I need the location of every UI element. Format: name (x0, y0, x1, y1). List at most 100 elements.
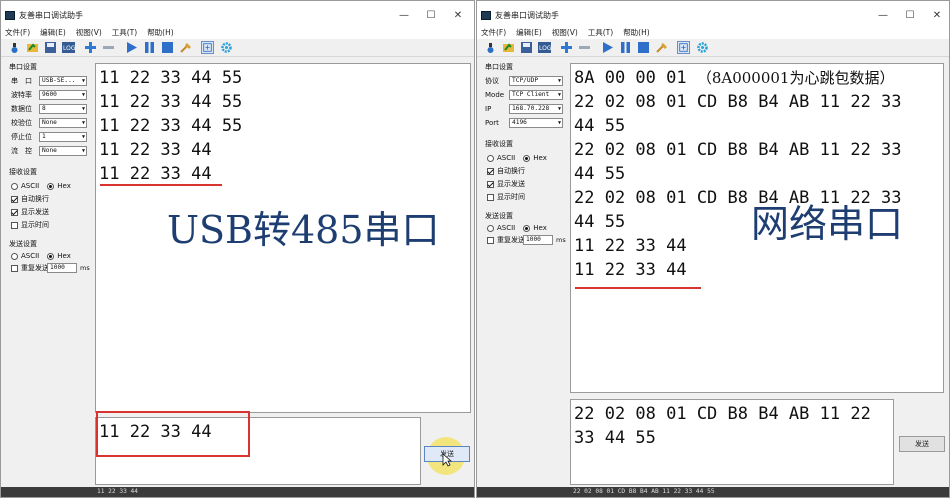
send-button[interactable]: 发送 (899, 436, 945, 452)
receive-hex-label: Hex (57, 182, 71, 190)
send-ascii-radio[interactable] (11, 252, 18, 260)
databits-select[interactable]: 8 ▼ (39, 104, 87, 114)
receive-ascii-radio[interactable] (11, 182, 18, 190)
open-file-icon[interactable] (502, 41, 515, 54)
repeat-send-label: 重复发送 (497, 236, 525, 244)
show-send-label: 显示发送 (497, 180, 525, 188)
show-send-row[interactable]: 显示发送 (11, 207, 49, 217)
pause-icon[interactable] (619, 41, 632, 54)
pause-icon[interactable] (143, 41, 156, 54)
open-port-icon[interactable] (484, 41, 497, 54)
menu-view[interactable]: 视图(V) (76, 27, 102, 38)
send-settings-header: 发送设置 (9, 240, 37, 248)
log-icon[interactable]: LOG (538, 41, 551, 54)
show-time-checkbox[interactable] (11, 221, 18, 229)
send-line: 33 44 55 (574, 428, 656, 448)
menu-help[interactable]: 帮助(H) (623, 27, 650, 38)
add-icon[interactable] (84, 41, 97, 54)
run-icon[interactable] (125, 41, 138, 54)
add-icon[interactable] (560, 41, 573, 54)
receive-hex-radio[interactable] (47, 182, 55, 190)
repeat-interval-input[interactable]: 1000 (47, 263, 77, 273)
remove-icon[interactable] (102, 41, 115, 54)
send-ascii-radio[interactable] (487, 224, 494, 232)
receive-mode-row: ASCII Hex (11, 181, 71, 191)
menu-file[interactable]: 文件(F) (5, 27, 30, 38)
repeat-send-checkbox[interactable] (11, 264, 18, 272)
port-input[interactable]: 4196 ▼ (509, 118, 563, 128)
chevron-down-icon: ▼ (81, 92, 85, 98)
receive-hex-radio[interactable] (523, 154, 531, 162)
ip-label: IP (485, 105, 492, 113)
send-mode-row: ASCII Hex (487, 223, 547, 233)
show-time-row[interactable]: 显示时间 (487, 192, 525, 202)
send-input[interactable]: 22 02 08 01 CD B8 B4 AB 11 22 33 44 55 (570, 399, 894, 485)
save-icon[interactable] (520, 41, 533, 54)
settings-gear-icon[interactable] (696, 41, 709, 54)
show-send-checkbox[interactable] (11, 208, 18, 216)
auto-wrap-row[interactable]: 自动换行 (487, 166, 525, 176)
settings-gear-icon[interactable] (220, 41, 233, 54)
menu-tools[interactable]: 工具(T) (112, 27, 137, 38)
receive-line: 22 02 08 01 CD B8 B4 AB 11 22 33 (574, 140, 902, 160)
clear-broom-icon[interactable] (655, 41, 668, 54)
protocol-select[interactable]: TCP/UDP ▼ (509, 76, 563, 86)
stop-icon[interactable] (637, 41, 650, 54)
save-icon[interactable] (44, 41, 57, 54)
serial-assistant-window-network: 友善串口调试助手 — ☐ ✕ 文件(F) 编辑(E) 视图(V) 工具(T) 帮… (476, 0, 950, 498)
baud-select[interactable]: 9600 ▼ (39, 90, 87, 100)
protocol-row: 协议 (485, 76, 499, 86)
overlay-caption: USB转485串口 (167, 208, 440, 252)
show-time-row[interactable]: 显示时间 (11, 220, 49, 230)
cursor-icon (442, 453, 452, 467)
stop-icon[interactable] (161, 41, 174, 54)
port-select[interactable]: USB-SE... ▼ (39, 76, 87, 86)
ip-input[interactable]: 168.70.228 ▼ (509, 104, 563, 114)
menu-help[interactable]: 帮助(H) (147, 27, 174, 38)
overlay-caption: 网络串口 (751, 202, 904, 246)
flow-label: 流 控 (11, 147, 32, 155)
open-port-icon[interactable] (8, 41, 21, 54)
show-send-row[interactable]: 显示发送 (487, 179, 525, 189)
chevron-down-icon: ▼ (81, 106, 85, 112)
protocol-value: TCP/UDP (512, 77, 539, 84)
port-row: Port (485, 118, 499, 128)
menu-edit[interactable]: 编辑(E) (516, 27, 542, 38)
heartbeat-data: 8A 00 00 01 (574, 68, 687, 88)
receive-line: 11 22 33 44 (574, 260, 687, 280)
log-icon[interactable]: LOG (62, 41, 75, 54)
menu-tools[interactable]: 工具(T) (588, 27, 613, 38)
flow-select[interactable]: None ▼ (39, 146, 87, 156)
send-hex-radio[interactable] (523, 224, 531, 232)
databits-row: 数据位 (11, 104, 32, 114)
open-file-icon[interactable] (26, 41, 39, 54)
show-send-checkbox[interactable] (487, 180, 494, 188)
send-ascii-label: ASCII (21, 252, 40, 260)
repeat-send-checkbox[interactable] (487, 236, 494, 244)
repeat-interval-input[interactable]: 1000 (523, 235, 553, 245)
new-window-icon[interactable] (677, 41, 690, 54)
chevron-down-icon: ▼ (81, 78, 85, 84)
menu-edit[interactable]: 编辑(E) (40, 27, 66, 38)
receive-ascii-radio[interactable] (487, 154, 494, 162)
new-window-icon[interactable] (201, 41, 214, 54)
baud-label: 波特率 (11, 91, 32, 99)
menu-file[interactable]: 文件(F) (481, 27, 506, 38)
parity-select[interactable]: None ▼ (39, 118, 87, 128)
repeat-interval-value: 1000 (526, 236, 541, 243)
remove-icon[interactable] (578, 41, 591, 54)
auto-wrap-row[interactable]: 自动换行 (11, 194, 49, 204)
show-time-checkbox[interactable] (487, 193, 494, 201)
chevron-down-icon: ▼ (81, 120, 85, 126)
stopbits-select[interactable]: 1 ▼ (39, 132, 87, 142)
send-hex-radio[interactable] (47, 252, 55, 260)
receive-hex-label: Hex (533, 154, 547, 162)
menu-view[interactable]: 视图(V) (552, 27, 578, 38)
chevron-down-icon: ▼ (557, 78, 561, 84)
repeat-send-row: 重复发送 (487, 235, 525, 245)
auto-wrap-checkbox[interactable] (487, 167, 494, 175)
run-icon[interactable] (601, 41, 614, 54)
auto-wrap-checkbox[interactable] (11, 195, 18, 203)
clear-broom-icon[interactable] (179, 41, 192, 54)
mode-select[interactable]: TCP Client ▼ (509, 90, 563, 100)
